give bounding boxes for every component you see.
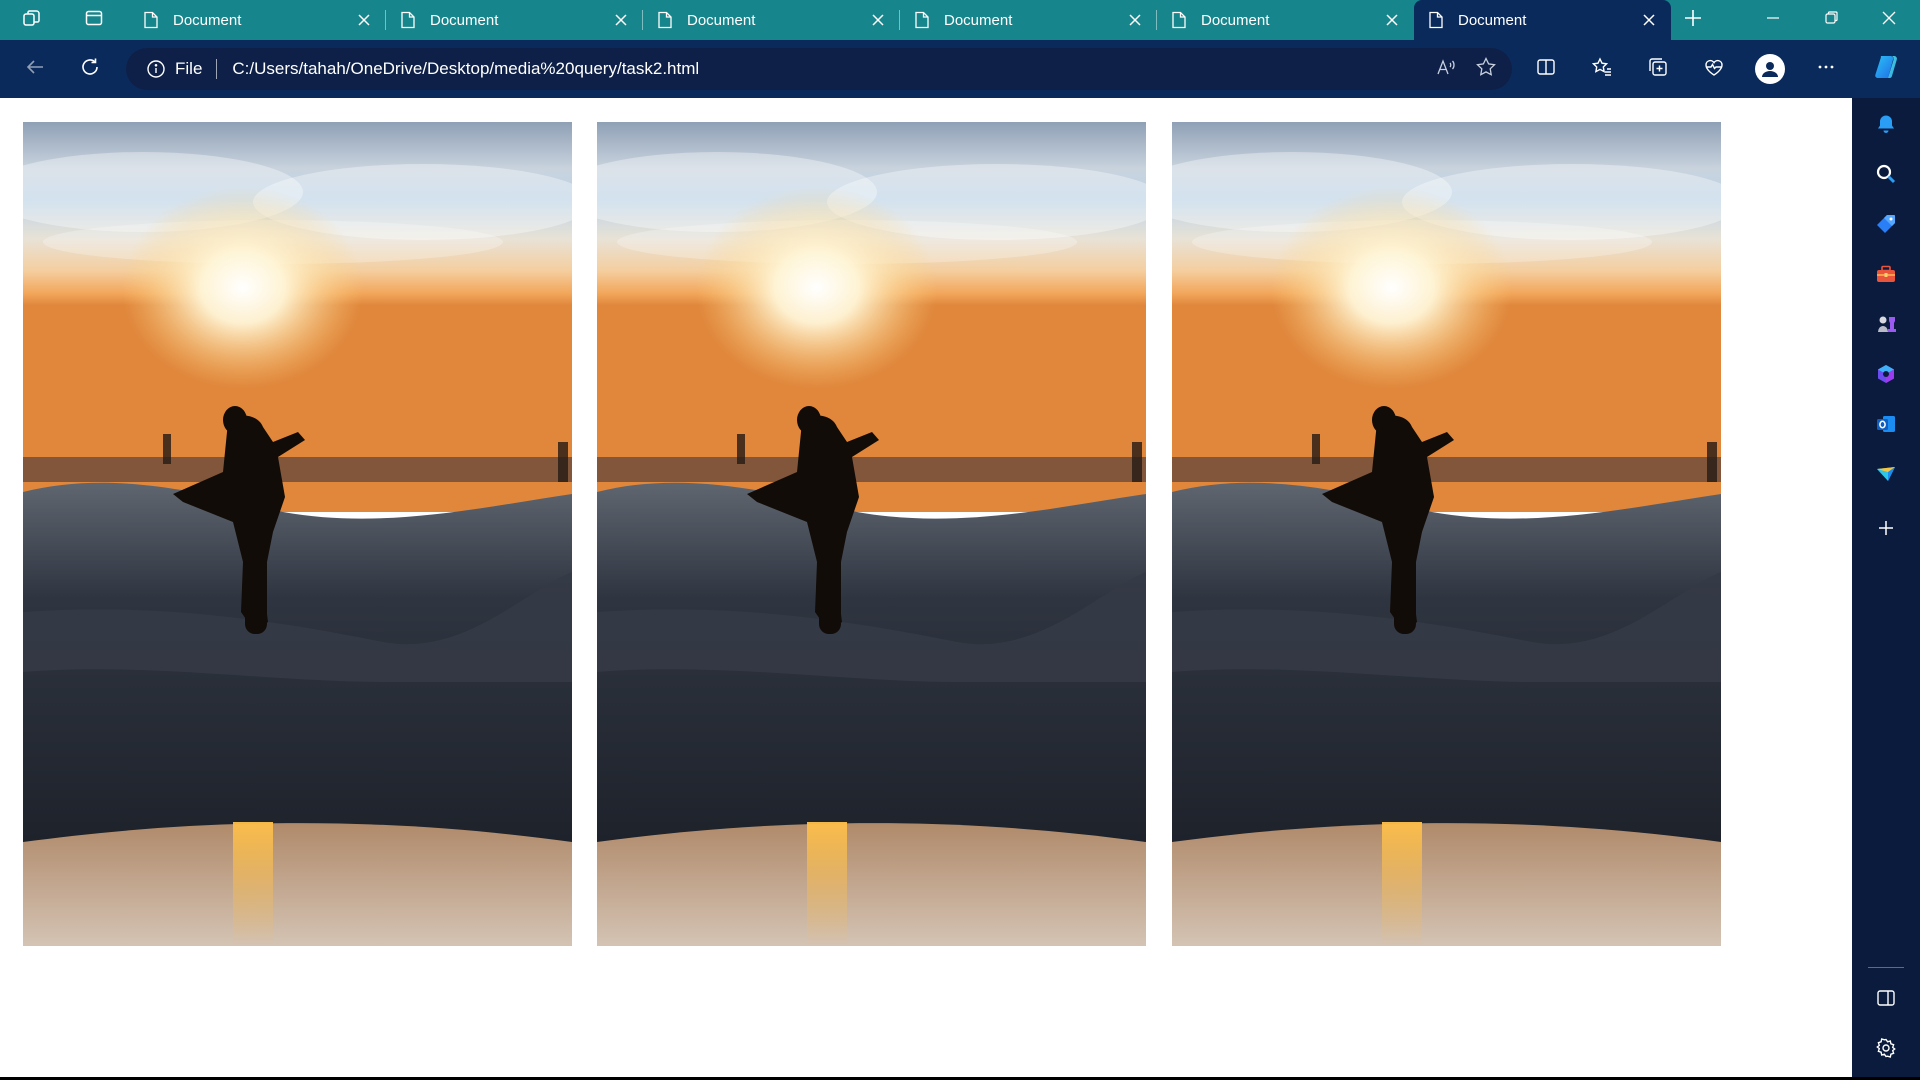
close-window-button[interactable] (1860, 0, 1918, 40)
microsoft-365-button[interactable] (1866, 356, 1906, 396)
refresh-button[interactable] (70, 49, 110, 89)
close-icon[interactable] (1382, 10, 1402, 30)
more-options-button[interactable] (1806, 49, 1846, 89)
page-viewport (0, 98, 1852, 1078)
scheme-label: File (175, 59, 203, 78)
bell-icon (1875, 113, 1897, 140)
search-sidebar-button[interactable] (1866, 156, 1906, 196)
close-icon[interactable] (868, 10, 888, 30)
tools-button[interactable] (1866, 256, 1906, 296)
info-icon[interactable] (146, 59, 166, 79)
browser-tab[interactable]: Document (642, 0, 900, 40)
favorites-button[interactable] (1582, 49, 1622, 89)
minimize-icon (1767, 11, 1779, 29)
new-tab-button[interactable] (1671, 0, 1715, 40)
tab-actions-button[interactable] (73, 0, 115, 40)
games-button[interactable] (1866, 306, 1906, 346)
tab-title: Document (1201, 11, 1270, 29)
outlook-icon (1875, 413, 1897, 440)
gear-icon (1875, 1037, 1897, 1064)
m365-icon (1875, 363, 1897, 390)
collections-button[interactable] (1638, 49, 1678, 89)
page-icon (914, 11, 930, 29)
tab-title: Document (173, 11, 242, 29)
tab-title: Document (687, 11, 756, 29)
add-sidebar-app-button[interactable] (1866, 510, 1906, 550)
shopping-button[interactable] (1866, 206, 1906, 246)
close-icon[interactable] (354, 10, 374, 30)
collections-icon (1647, 56, 1669, 83)
workspaces-button[interactable] (11, 0, 53, 40)
sidebar-bottom (1852, 967, 1920, 1070)
notifications-button[interactable] (1866, 106, 1906, 146)
skateboarder-image (23, 122, 572, 946)
page-icon (400, 11, 416, 29)
chess-piece-icon (1875, 313, 1897, 340)
restore-icon (1824, 11, 1838, 29)
tab-strip: Document Document Document Document Docu… (0, 0, 1920, 40)
drop-button[interactable] (1866, 456, 1906, 496)
skate-photo-art (597, 122, 1146, 946)
toolbox-icon (1875, 263, 1897, 290)
workspaces-icon (22, 8, 42, 33)
star-icon (1475, 56, 1497, 83)
back-arrow-icon (24, 56, 46, 83)
paper-plane-icon (1875, 463, 1897, 490)
address-divider (216, 59, 218, 79)
url-text[interactable]: C:/Users/tahah/OneDrive/Desktop/media%20… (232, 59, 1426, 79)
sidebar-settings-button[interactable] (1866, 1030, 1906, 1070)
browser-tab[interactable]: Document (899, 0, 1157, 40)
plus-icon (1684, 9, 1702, 32)
close-icon (1882, 11, 1896, 30)
restore-button[interactable] (1802, 0, 1860, 40)
tab-title: Document (944, 11, 1013, 29)
skate-photo-art (23, 122, 572, 946)
favorites-icon (1591, 56, 1613, 83)
plus-icon (1875, 517, 1897, 544)
refresh-icon (79, 56, 101, 83)
sidebar-panel-icon (1875, 987, 1897, 1014)
browser-essentials-button[interactable] (1694, 49, 1734, 89)
page-icon (1428, 11, 1444, 29)
search-icon (1875, 163, 1897, 190)
copilot-icon (1871, 52, 1901, 87)
page-icon (143, 11, 159, 29)
edge-sidebar (1852, 98, 1920, 1080)
page-icon (1171, 11, 1187, 29)
profile-button[interactable] (1750, 49, 1790, 89)
outlook-button[interactable] (1866, 406, 1906, 446)
heart-pulse-icon (1703, 56, 1725, 83)
read-aloud-button[interactable] (1426, 49, 1466, 89)
close-icon[interactable] (611, 10, 631, 30)
more-icon (1815, 56, 1837, 83)
skateboarder-image (597, 122, 1146, 946)
read-aloud-icon (1435, 56, 1457, 83)
tab-title: Document (430, 11, 499, 29)
split-screen-icon (1535, 56, 1557, 83)
tab-title: Document (1458, 11, 1527, 29)
skateboarder-image (1172, 122, 1721, 946)
back-button[interactable] (15, 49, 55, 89)
tag-icon (1875, 213, 1897, 240)
address-bar[interactable]: File C:/Users/tahah/OneDrive/Desktop/med… (126, 48, 1512, 90)
tab-list: Document Document Document Document Docu… (129, 0, 1671, 40)
close-icon[interactable] (1125, 10, 1145, 30)
copilot-button[interactable] (1866, 50, 1906, 88)
browser-toolbar: File C:/Users/tahah/OneDrive/Desktop/med… (0, 40, 1920, 98)
minimize-button[interactable] (1744, 0, 1802, 40)
browser-tab[interactable]: Document (129, 0, 386, 40)
browser-tab-active[interactable]: Document (1414, 0, 1671, 40)
close-icon[interactable] (1639, 10, 1659, 30)
skate-photo-art (1172, 122, 1721, 946)
browser-tab[interactable]: Document (385, 0, 643, 40)
favorite-button[interactable] (1466, 49, 1506, 89)
avatar (1755, 54, 1785, 84)
split-screen-button[interactable] (1526, 49, 1566, 89)
sidebar-divider (1868, 967, 1904, 968)
vertical-tabs-icon (84, 8, 104, 33)
page-icon (657, 11, 673, 29)
browser-tab[interactable]: Document (1156, 0, 1414, 40)
hide-sidebar-button[interactable] (1866, 980, 1906, 1020)
